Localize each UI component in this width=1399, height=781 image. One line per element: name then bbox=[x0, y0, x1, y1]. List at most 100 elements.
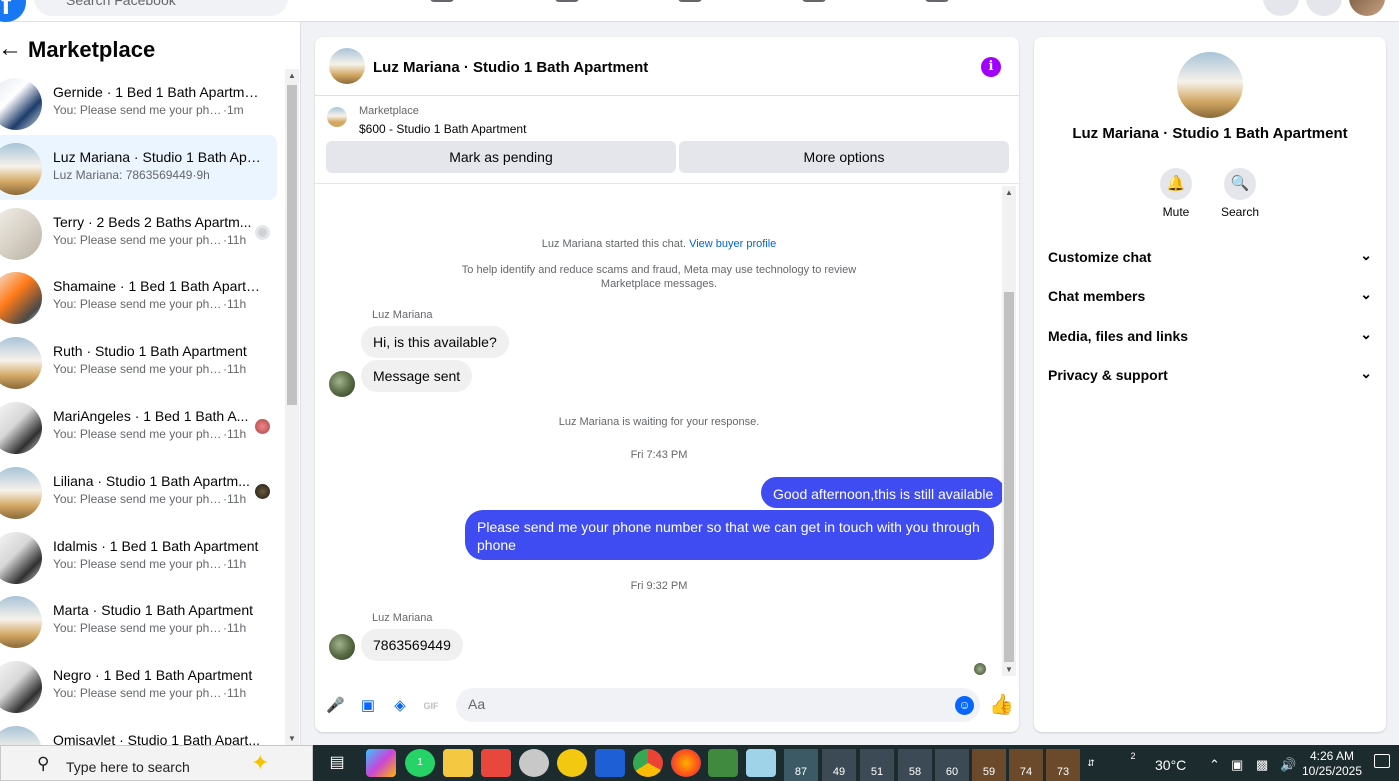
conversation-item-active[interactable]: Luz Mariana · Studio 1 Bath Apa... Luz M… bbox=[0, 134, 277, 200]
scroll-up-arrow-icon[interactable]: ▲ bbox=[288, 71, 296, 80]
back-arrow-icon[interactable]: ← bbox=[0, 36, 22, 62]
conversation-item[interactable]: Ruth · Studio 1 Bath Apartment You: Plea… bbox=[0, 329, 277, 394]
outgoing-message[interactable]: Good afternoon,this is still available bbox=[761, 477, 1006, 508]
message-input[interactable] bbox=[468, 696, 938, 712]
more-options-button[interactable]: More options bbox=[679, 141, 1009, 173]
facebook-search-box[interactable]: Search Facebook bbox=[34, 0, 288, 16]
sidebar-scrollbar[interactable]: ▲ ▼ bbox=[285, 69, 299, 745]
incoming-message[interactable]: 7863569449 bbox=[361, 629, 463, 661]
message-input-box[interactable]: ☺ bbox=[456, 688, 980, 722]
marketplace-nav-icon[interactable] bbox=[802, 0, 826, 2]
message-timestamp: Fri 7:43 PM bbox=[630, 449, 688, 461]
view-buyer-profile-link[interactable]: View buyer profile bbox=[689, 238, 776, 250]
microphone-icon[interactable]: 🎤 bbox=[326, 697, 345, 715]
thumbs-up-icon[interactable]: 👍 bbox=[989, 694, 1014, 716]
scroll-up-arrow-icon[interactable]: ▲ bbox=[1005, 188, 1013, 197]
spreadsheet-icon[interactable] bbox=[708, 749, 738, 777]
weather-app-icon[interactable]: 60 bbox=[935, 749, 969, 781]
conversation-item[interactable]: Idalmis · 1 Bed 1 Bath Apartment You: Pl… bbox=[0, 524, 277, 589]
shield-icon[interactable] bbox=[595, 749, 625, 777]
customize-chat-item[interactable]: Customize chat ⌄ bbox=[1048, 247, 1372, 269]
search-icon[interactable]: 🔍 bbox=[1224, 168, 1256, 200]
scroll-down-arrow-icon[interactable]: ▼ bbox=[1005, 665, 1013, 674]
chat-title[interactable]: Luz Mariana · Studio 1 Bath Apartment bbox=[373, 59, 648, 76]
profile-avatar[interactable] bbox=[1349, 0, 1385, 16]
temperature-text[interactable]: 30°C bbox=[1155, 757, 1186, 773]
system-clock[interactable]: 4:26 AM 10/25/2025 bbox=[1301, 749, 1363, 779]
conversation-item[interactable]: Terry · 2 Beds 2 Baths Apartm... You: Pl… bbox=[0, 200, 277, 265]
outgoing-message[interactable]: Please send me your phone number so that… bbox=[465, 510, 994, 560]
chat-avatar[interactable] bbox=[329, 48, 365, 84]
video-nav-icon[interactable] bbox=[678, 0, 702, 2]
chat-members-item[interactable]: Chat members ⌄ bbox=[1048, 286, 1372, 308]
whatsapp-icon[interactable]: 1 bbox=[405, 749, 435, 777]
taskbar-search-box[interactable]: ⚲ Type here to search ✦ bbox=[0, 745, 313, 781]
weather-widget-icon[interactable]: 2 bbox=[1120, 749, 1146, 777]
taskbar-overflow-arrows[interactable]: ⇵ bbox=[1084, 749, 1098, 777]
scroll-down-arrow-icon[interactable]: ▼ bbox=[288, 734, 296, 743]
waiting-notice: Luz Mariana is waiting for your response… bbox=[558, 416, 760, 428]
media-files-links-item[interactable]: Media, files and links ⌄ bbox=[1048, 326, 1372, 348]
app-icon[interactable] bbox=[519, 749, 549, 777]
message-scrollbar[interactable]: ▲ ▼ bbox=[1002, 186, 1016, 676]
conversation-item[interactable]: Liliana · Studio 1 Bath Apartm... You: P… bbox=[0, 459, 277, 524]
listing-price[interactable]: $600 - Studio 1 Bath Apartment bbox=[359, 122, 526, 136]
conversation-item[interactable]: Shamaine · 1 Bed 1 Bath Apartm... You: P… bbox=[0, 264, 277, 329]
sender-avatar[interactable] bbox=[329, 371, 355, 397]
weather-app-icon[interactable]: 58 bbox=[898, 749, 932, 781]
conversation-item[interactable]: Negro · 1 Bed 1 Bath Apartment You: Plea… bbox=[0, 653, 277, 718]
conversation-title: Gernide · 1 Bed 1 Bath Apartment bbox=[53, 84, 263, 100]
listing-thumbnail[interactable] bbox=[327, 107, 347, 127]
conversation-item[interactable]: Marta · Studio 1 Bath Apartment You: Ple… bbox=[0, 588, 277, 653]
bell-icon[interactable]: 🔔 bbox=[1160, 168, 1192, 200]
friends-nav-icon[interactable] bbox=[555, 0, 579, 2]
hidden-icons-chevron-icon[interactable]: ⌃ bbox=[1209, 757, 1220, 773]
search-action[interactable]: 🔍 Search bbox=[1210, 168, 1270, 219]
incoming-message[interactable]: Message sent bbox=[361, 360, 473, 392]
firefox-icon[interactable] bbox=[671, 749, 701, 777]
gif-icon[interactable]: GIF bbox=[422, 697, 440, 715]
scrollbar-thumb[interactable] bbox=[287, 85, 297, 405]
search-icon: ⚲ bbox=[37, 754, 50, 773]
copilot-icon[interactable] bbox=[366, 749, 396, 777]
weather-app-icon[interactable]: 73 bbox=[1046, 749, 1080, 781]
volume-icon[interactable]: 🔊 bbox=[1280, 757, 1296, 773]
menu-grid-icon[interactable] bbox=[1263, 0, 1299, 16]
network-icon[interactable]: ▩ bbox=[1256, 757, 1268, 773]
anydesk-icon[interactable] bbox=[481, 749, 511, 777]
task-view-icon[interactable]: ▤ bbox=[322, 749, 352, 777]
weather-app-icon[interactable]: 49 bbox=[822, 749, 856, 781]
app-icon[interactable] bbox=[557, 749, 587, 777]
conversation-item[interactable]: Omisaylet · Studio 1 Bath Apart... bbox=[0, 718, 277, 745]
notification-center-icon[interactable] bbox=[1374, 754, 1390, 768]
scrollbar-thumb[interactable] bbox=[1004, 292, 1014, 662]
panel-avatar[interactable] bbox=[1177, 52, 1243, 118]
weather-app-icon[interactable]: 87 bbox=[784, 749, 818, 781]
incoming-message[interactable]: Hi, is this available? bbox=[361, 326, 509, 358]
facebook-logo[interactable]: f bbox=[0, 0, 26, 22]
home-nav-icon[interactable] bbox=[430, 0, 454, 2]
conversation-preview: You: Please send me your pho... ·11h bbox=[53, 491, 247, 506]
info-icon[interactable]: i bbox=[981, 57, 1001, 77]
weather-app-icon[interactable]: 59 bbox=[972, 749, 1006, 781]
mute-action[interactable]: 🔔 Mute bbox=[1146, 168, 1206, 219]
file-explorer-icon[interactable] bbox=[443, 749, 473, 777]
mark-as-pending-button[interactable]: Mark as pending bbox=[326, 141, 676, 173]
chrome-icon[interactable] bbox=[633, 749, 663, 777]
listing-label: Marketplace bbox=[359, 105, 419, 117]
notifications-bell-icon[interactable] bbox=[1306, 0, 1342, 16]
weather-app-icon[interactable]: 51 bbox=[860, 749, 894, 781]
gaming-nav-icon[interactable] bbox=[925, 0, 949, 2]
weather-app-icon[interactable]: 74 bbox=[1009, 749, 1043, 781]
privacy-support-item[interactable]: Privacy & support ⌄ bbox=[1048, 365, 1372, 387]
sender-avatar[interactable] bbox=[329, 634, 355, 660]
chevron-down-icon: ⌄ bbox=[1360, 365, 1372, 381]
meet-now-icon[interactable]: ▣ bbox=[1231, 757, 1243, 773]
conversation-item[interactable]: MariAngeles · 1 Bed 1 Bath A... You: Ple… bbox=[0, 394, 277, 459]
emoji-icon[interactable]: ☺ bbox=[955, 696, 974, 715]
conversation-title: Marta · Studio 1 Bath Apartment bbox=[53, 602, 253, 619]
conversation-item[interactable]: Gernide · 1 Bed 1 Bath Apartment You: Pl… bbox=[0, 70, 277, 135]
photo-attach-icon[interactable]: ▣ bbox=[359, 697, 377, 715]
sticker-icon[interactable]: ◈ bbox=[391, 697, 409, 715]
notepad-icon[interactable] bbox=[746, 749, 776, 777]
